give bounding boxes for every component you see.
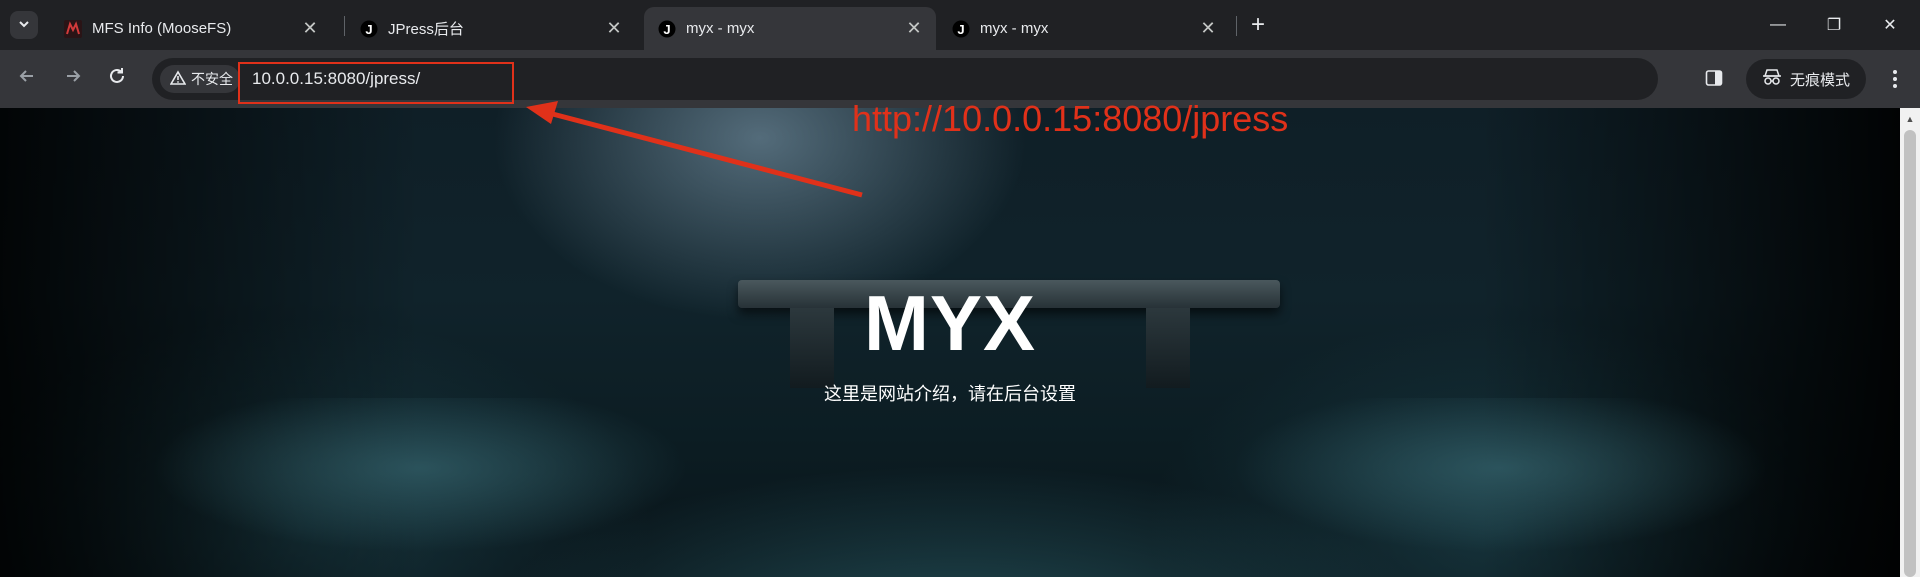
tab-close-icon[interactable]: ✕ <box>300 18 320 39</box>
tab-separator <box>1236 16 1237 36</box>
tab-title: MFS Info (MooseFS) <box>92 20 232 37</box>
more-menu-icon[interactable] <box>1880 62 1910 96</box>
scrollbar-thumb[interactable] <box>1904 130 1916 577</box>
page-scrollbar[interactable]: ▲ <box>1900 108 1920 577</box>
tab-myx[interactable]: J myx - myx ✕ <box>938 7 1230 50</box>
incognito-button[interactable]: 无痕模式 <box>1746 59 1866 99</box>
site-description: 这里是网站介绍，请在后台设置 <box>824 384 1076 404</box>
annotation-url-text: http://10.0.0.15:8080/jpress <box>852 98 1289 139</box>
incognito-icon <box>1762 68 1782 90</box>
reload-button[interactable] <box>100 62 134 96</box>
jpress-icon: J <box>658 20 676 38</box>
back-button[interactable] <box>10 62 44 96</box>
tab-search-button[interactable] <box>10 11 38 39</box>
scroll-up-arrow-icon[interactable]: ▲ <box>1900 112 1920 126</box>
tab-jpress-admin[interactable]: J JPress后台 ✕ <box>346 7 636 50</box>
security-label: 不安全 <box>191 71 233 87</box>
incognito-label: 无痕模式 <box>1789 71 1850 89</box>
hero-background-moss <box>0 398 1900 577</box>
arrow-left-icon <box>17 66 37 92</box>
reload-icon <box>107 66 127 92</box>
tab-separator <box>344 16 345 36</box>
close-window-button[interactable]: ✕ <box>1862 0 1918 50</box>
tab-mfs-info[interactable]: MFS Info (MooseFS) ✕ <box>50 7 332 50</box>
forward-button[interactable] <box>56 62 90 96</box>
tab-title: myx - myx <box>686 20 755 37</box>
tab-myx-active[interactable]: J myx - myx ✕ <box>644 7 936 50</box>
minimize-button[interactable]: — <box>1750 0 1806 50</box>
tab-strip: MFS Info (MooseFS) ✕ J JPress后台 ✕ J myx … <box>0 0 1920 50</box>
chevron-down-icon <box>18 18 30 33</box>
site-title[interactable]: MYX <box>0 278 1900 369</box>
tab-title: JPress后台 <box>388 21 464 38</box>
new-tab-button[interactable]: + <box>1244 11 1272 39</box>
warning-icon <box>169 69 187 89</box>
restore-button[interactable]: ❐ <box>1806 0 1862 50</box>
tab-close-icon[interactable]: ✕ <box>1198 18 1218 39</box>
security-chip[interactable]: 不安全 <box>160 65 240 93</box>
svg-text:J: J <box>365 22 372 37</box>
tab-title: myx - myx <box>980 20 1049 37</box>
url-highlight-box <box>238 62 514 104</box>
arrow-right-icon <box>63 66 83 92</box>
svg-text:J: J <box>663 22 670 37</box>
tab-close-icon[interactable]: ✕ <box>604 18 624 39</box>
jpress-icon: J <box>360 20 378 38</box>
page-viewport: MYX 这里是网站介绍，请在后台设置 <box>0 108 1900 577</box>
tab-close-icon[interactable]: ✕ <box>904 18 924 39</box>
svg-text:J: J <box>957 22 964 37</box>
jpress-icon: J <box>952 20 970 38</box>
moosefs-icon <box>64 19 82 38</box>
side-panel-icon[interactable] <box>1700 64 1728 92</box>
